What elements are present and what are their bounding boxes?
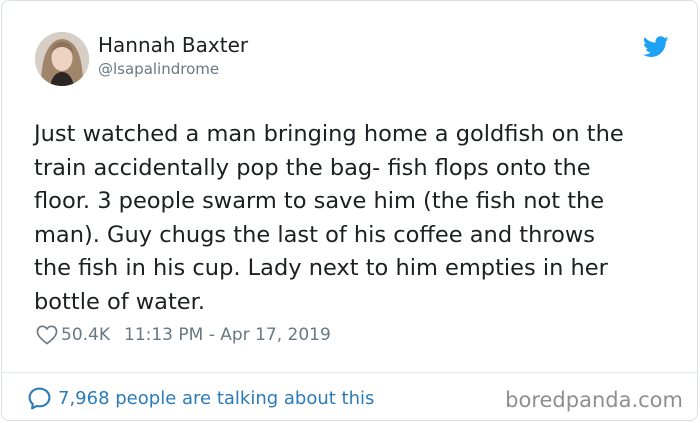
author-handle[interactable]: @lsapalindrome [98,60,219,78]
conversation-link[interactable]: 7,968 people are talking about this [27,385,374,411]
tweet-card: Hannah Baxter @lsapalindrome Just watche… [1,0,698,421]
divider [2,372,697,373]
speech-bubble-icon [27,386,52,411]
watermark: boredpanda.com [505,388,683,412]
avatar[interactable] [35,32,89,86]
author-display-name[interactable]: Hannah Baxter [98,33,248,57]
twitter-bird-icon[interactable] [642,36,669,58]
tweet-timestamp[interactable]: 11:13 PM - Apr 17, 2019 [124,325,331,345]
like-count[interactable]: 50.4K [61,325,110,345]
tweet-text: Just watched a man bringing home a goldf… [34,121,624,315]
conversation-count-label: 7,968 people are talking about this [58,387,375,409]
tweet-meta: 50.4K 11:13 PM - Apr 17, 2019 [36,323,331,347]
heart-icon[interactable] [36,325,58,345]
